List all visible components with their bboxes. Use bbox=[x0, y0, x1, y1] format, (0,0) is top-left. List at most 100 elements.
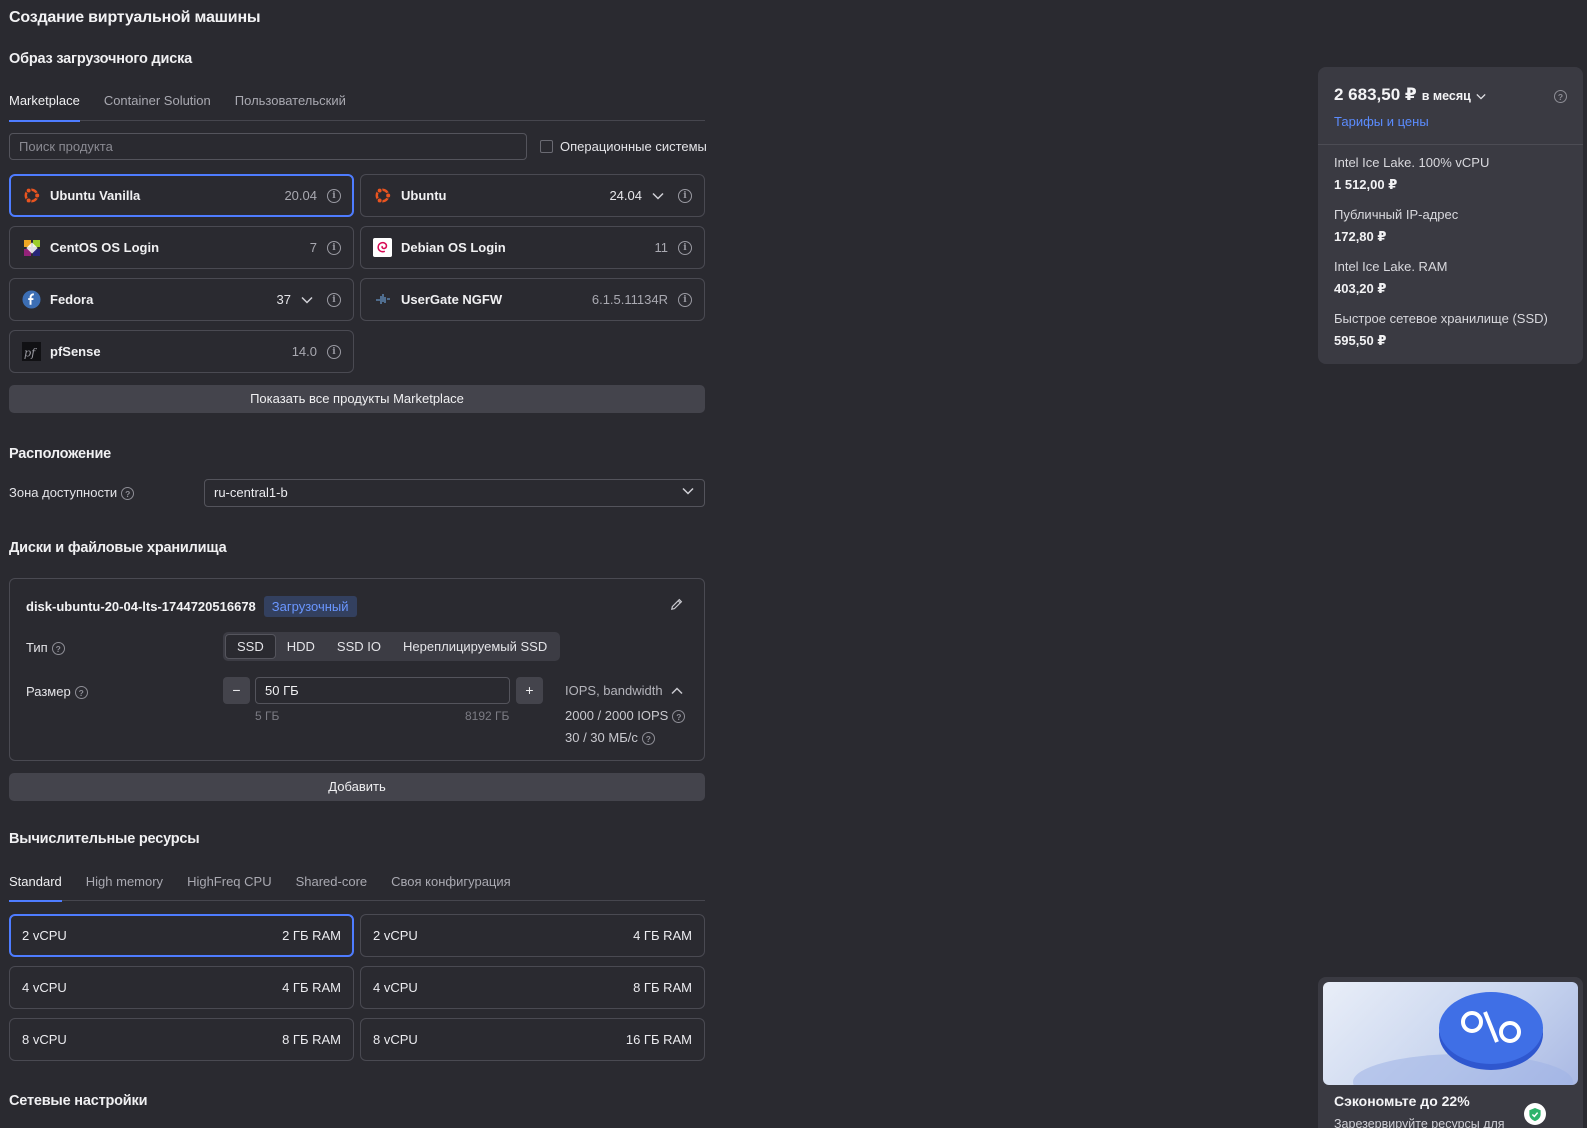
product-card-ubuntu-vanilla[interactable]: Ubuntu Vanilla 20.04 i bbox=[9, 174, 354, 217]
config-cpu: 8 vCPU bbox=[22, 1032, 67, 1047]
tab-container-solution[interactable]: Container Solution bbox=[104, 92, 211, 121]
tab-standard[interactable]: Standard bbox=[9, 873, 62, 902]
compute-tabs: Standard High memory HighFreq CPU Shared… bbox=[9, 873, 705, 902]
promo-card[interactable]: Сэкономьте до 22% Зарезервируйте ресурсы… bbox=[1318, 977, 1583, 1128]
page-title: Создание виртуальной машины bbox=[9, 9, 261, 26]
disk-type-ssd[interactable]: SSD bbox=[225, 634, 276, 659]
price-item: Intel Ice Lake. RAM 403,20 ₽ bbox=[1334, 259, 1447, 297]
compute-heading: Вычислительные ресурсы bbox=[9, 831, 200, 847]
tab-shared-core[interactable]: Shared-core bbox=[296, 873, 368, 901]
add-disk-button[interactable]: Добавить bbox=[9, 773, 705, 801]
checkbox-box[interactable] bbox=[540, 140, 553, 153]
iops-toggle-label: IOPS, bandwidth bbox=[565, 683, 663, 698]
chevron-down-icon[interactable] bbox=[301, 296, 315, 304]
info-icon[interactable]: i bbox=[327, 344, 341, 359]
price-item-value: 1 512,00 ₽ bbox=[1334, 177, 1398, 192]
show-all-products-button[interactable]: Показать все продукты Marketplace bbox=[9, 385, 705, 413]
price-item: Публичный IP-адрес 172,80 ₽ bbox=[1334, 207, 1458, 245]
product-card-centos[interactable]: CentOS OS Login 7 i bbox=[9, 226, 354, 269]
size-min: 5 ГБ bbox=[255, 709, 280, 723]
chevron-up-icon bbox=[671, 686, 683, 694]
info-icon[interactable]: i bbox=[678, 188, 692, 203]
network-heading: Сетевые настройки bbox=[9, 1093, 148, 1109]
info-icon[interactable]: i bbox=[678, 292, 692, 307]
price-item: Быстрое сетевое хранилище (SSD) 595,50 ₽ bbox=[1334, 311, 1548, 349]
info-icon[interactable]: i bbox=[678, 240, 692, 255]
disk-type-nonreplicated-ssd[interactable]: Нереплицируемый SSD bbox=[392, 634, 558, 659]
config-card[interactable]: 4 vCPU 8 ГБ RAM bbox=[360, 966, 705, 1009]
disk-type-ssd-io[interactable]: SSD IO bbox=[326, 634, 392, 659]
size-label: Размер bbox=[26, 684, 71, 699]
product-version-select[interactable]: 24.04 bbox=[609, 188, 642, 203]
pfsense-icon: pf bbox=[22, 342, 41, 361]
disk-type-hdd[interactable]: HDD bbox=[276, 634, 326, 659]
config-card[interactable]: 2 vCPU 4 ГБ RAM bbox=[360, 914, 705, 957]
tariffs-link[interactable]: Тарифы и цены bbox=[1334, 114, 1429, 129]
help-icon[interactable]: ? bbox=[74, 686, 88, 700]
product-card-pfsense[interactable]: pf pfSense 14.0 i bbox=[9, 330, 354, 373]
price-period: в месяц bbox=[1421, 89, 1471, 103]
zone-label: Зона доступности bbox=[9, 485, 118, 500]
config-ram: 2 ГБ RAM bbox=[282, 928, 341, 943]
size-label-row: Размер? bbox=[26, 684, 88, 700]
disk-name: disk-ubuntu-20-04-lts-1744720516678 bbox=[26, 599, 256, 614]
location-heading: Расположение bbox=[9, 446, 112, 462]
tab-custom[interactable]: Пользовательский bbox=[235, 92, 346, 121]
price-item-name: Intel Ice Lake. RAM bbox=[1334, 259, 1448, 274]
tab-high-memory[interactable]: High memory bbox=[86, 873, 163, 901]
help-icon[interactable]: ? bbox=[672, 710, 686, 724]
product-card-ubuntu[interactable]: Ubuntu 24.04 i bbox=[360, 174, 705, 217]
price-total-dropdown[interactable]: 2 683,50 ₽ в месяц bbox=[1334, 85, 1486, 105]
zone-select[interactable]: ru-central1-b bbox=[204, 479, 705, 507]
info-icon[interactable]: i bbox=[327, 240, 341, 255]
boot-disk-tabs: Marketplace Container Solution Пользоват… bbox=[9, 92, 705, 122]
config-card[interactable]: 4 vCPU 4 ГБ RAM bbox=[9, 966, 354, 1009]
boot-badge: Загрузочный bbox=[263, 596, 357, 617]
iops-value: 2000 / 2000 IOPS bbox=[565, 708, 669, 723]
product-card-debian[interactable]: Debian OS Login 11 i bbox=[360, 226, 705, 269]
bandwidth-row: 30 / 30 МБ/с? bbox=[565, 730, 655, 746]
info-icon[interactable]: i bbox=[327, 188, 341, 203]
product-name: Ubuntu Vanilla bbox=[50, 188, 141, 203]
promo-title: Сэкономьте до 22% bbox=[1334, 1093, 1470, 1109]
tab-custom-config[interactable]: Своя конфигурация bbox=[391, 873, 511, 901]
shield-check-icon[interactable] bbox=[1524, 1103, 1546, 1125]
promo-illustration bbox=[1323, 982, 1578, 1085]
product-card-fedora[interactable]: Fedora 37 i bbox=[9, 278, 354, 321]
config-card[interactable]: 8 vCPU 16 ГБ RAM bbox=[360, 1018, 705, 1061]
product-version: 14.0 bbox=[291, 344, 317, 359]
edit-pencil-icon[interactable] bbox=[669, 597, 684, 615]
size-increment-button[interactable]: + bbox=[516, 677, 543, 704]
config-cpu: 2 vCPU bbox=[22, 928, 67, 943]
os-filter-checkbox[interactable]: Операционные системы bbox=[540, 139, 707, 154]
config-card[interactable]: 2 vCPU 2 ГБ RAM bbox=[9, 914, 354, 957]
config-card[interactable]: 8 vCPU 8 ГБ RAM bbox=[9, 1018, 354, 1061]
help-icon[interactable]: ? bbox=[51, 642, 65, 656]
info-icon[interactable]: i bbox=[327, 292, 341, 307]
chevron-down-icon[interactable] bbox=[652, 192, 666, 200]
tab-marketplace[interactable]: Marketplace bbox=[9, 92, 80, 122]
boot-disk-heading: Образ загрузочного диска bbox=[9, 51, 193, 67]
iops-toggle[interactable]: IOPS, bandwidth bbox=[565, 683, 683, 698]
product-version-select[interactable]: 37 bbox=[277, 292, 291, 307]
product-name: Fedora bbox=[50, 292, 94, 307]
help-icon[interactable]: ? bbox=[121, 487, 135, 501]
price-total: 2 683,50 ₽ bbox=[1334, 85, 1417, 104]
svg-text:pf: pf bbox=[24, 345, 37, 359]
help-icon[interactable]: ? bbox=[641, 732, 655, 746]
help-icon[interactable]: ? bbox=[1554, 90, 1567, 103]
tab-highfreq-cpu[interactable]: HighFreq CPU bbox=[187, 873, 272, 901]
product-card-usergate[interactable]: UserGate NGFW 6.1.5.11134R i bbox=[360, 278, 705, 321]
usergate-icon bbox=[373, 290, 392, 309]
type-label-row: Тип? bbox=[26, 640, 65, 656]
size-decrement-button[interactable]: − bbox=[223, 677, 250, 704]
config-cpu: 4 vCPU bbox=[373, 980, 418, 995]
size-input[interactable] bbox=[255, 677, 510, 704]
bandwidth-value: 30 / 30 МБ/с bbox=[565, 730, 638, 745]
price-panel: 2 683,50 ₽ в месяц ? Тарифы и цены Intel… bbox=[1318, 67, 1583, 364]
config-ram: 8 ГБ RAM bbox=[282, 1032, 341, 1047]
iops-row: 2000 / 2000 IOPS? bbox=[565, 708, 686, 724]
price-item-value: 403,20 ₽ bbox=[1334, 281, 1387, 296]
product-search-input[interactable] bbox=[9, 133, 527, 160]
product-name: UserGate NGFW bbox=[401, 292, 503, 307]
